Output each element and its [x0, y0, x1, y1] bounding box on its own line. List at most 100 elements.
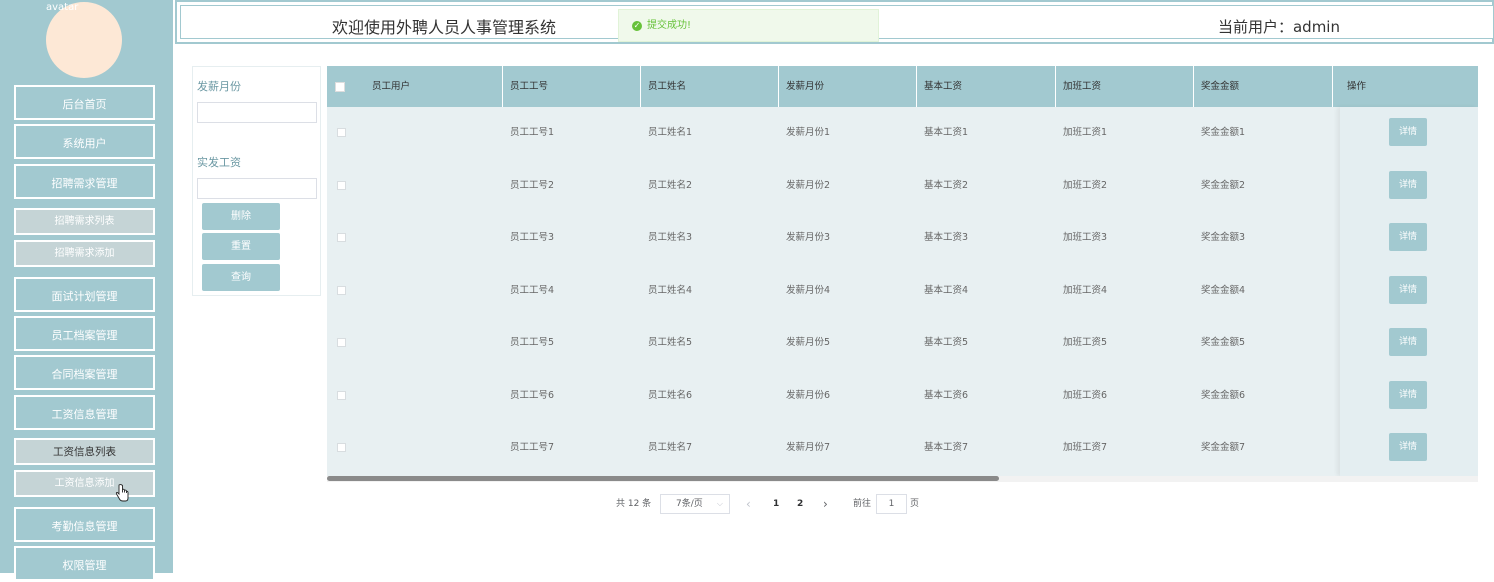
- sidebar-item-label: 员工档案管理: [51, 329, 118, 342]
- goto-page-input[interactable]: 1: [876, 494, 907, 514]
- chevron-down-icon: ⌵: [716, 499, 723, 508]
- detail-button[interactable]: 详情: [1389, 328, 1427, 356]
- page-size-select[interactable]: 7条/页 ⌵: [660, 494, 730, 514]
- sidebar-item-label: 工资信息列表: [53, 446, 116, 458]
- table-row: 员工工号7 员工姓名7 发薪月份7 基本工资7 加班工资7 奖金金额7 详情: [327, 422, 1478, 474]
- cell-base: 基本工资1: [924, 127, 969, 138]
- page-title: 欢迎使用外聘人员人事管理系统: [332, 18, 557, 37]
- pay-month-input[interactable]: [197, 102, 317, 123]
- detail-button[interactable]: 详情: [1389, 275, 1427, 304]
- cell-month: 发薪月份6: [786, 389, 831, 401]
- horizontal-scrollbar[interactable]: [327, 476, 1478, 482]
- prev-page-icon[interactable]: ‹: [746, 494, 751, 514]
- sidebar-item-label: 考勤信息管理: [51, 520, 118, 533]
- detail-button[interactable]: 详情: [1389, 433, 1427, 461]
- cell-base: 基本工资2: [924, 179, 969, 191]
- actual-salary-label: 实发工资: [197, 156, 241, 169]
- row-checkbox[interactable]: [337, 285, 346, 295]
- select-all-checkbox[interactable]: [335, 82, 345, 92]
- scroll-thumb[interactable]: [327, 476, 999, 481]
- sidebar-item-label: 合同档案管理: [51, 368, 118, 381]
- avatar-alt-text: avatar: [46, 2, 79, 13]
- toast-message: 提交成功!: [647, 20, 692, 31]
- cell-base: 基本工资7: [924, 442, 969, 453]
- detail-button[interactable]: 详情: [1389, 380, 1427, 409]
- reset-button[interactable]: 重置: [202, 233, 280, 260]
- sidebar-item-2[interactable]: 招聘需求管理: [14, 164, 155, 199]
- table-row: 员工工号3 员工姓名3 发薪月份3 基本工资3 加班工资3 奖金金额3 详情: [327, 212, 1478, 264]
- cell-base: 基本工资6: [924, 389, 969, 401]
- cell-bonus: 奖金金额5: [1201, 337, 1246, 348]
- sidebar-item-12[interactable]: 权限管理: [14, 546, 155, 581]
- cell-base: 基本工资4: [924, 284, 969, 296]
- sidebar-item-7[interactable]: 合同档案管理: [14, 355, 155, 390]
- cell-name: 员工姓名1: [648, 127, 693, 138]
- cell-bonus: 奖金金额3: [1201, 232, 1246, 243]
- cell-overtime: 加班工资4: [1063, 284, 1108, 296]
- cell-name: 员工姓名6: [648, 389, 693, 401]
- search-panel: 发薪月份 实发工资 删除 重置 查询: [192, 66, 321, 296]
- table-row: 员工工号4 员工姓名4 发薪月份4 基本工资4 加班工资4 奖金金额4 详情: [327, 265, 1478, 317]
- actual-salary-input[interactable]: [197, 178, 317, 199]
- cell-name: 员工姓名3: [648, 232, 693, 243]
- cell-bonus: 奖金金额7: [1201, 442, 1246, 453]
- check-circle-icon: ✓: [632, 21, 642, 31]
- row-checkbox[interactable]: [337, 443, 346, 452]
- next-page-icon[interactable]: ›: [823, 494, 828, 514]
- sidebar-item-1[interactable]: 系统用户: [14, 124, 155, 159]
- row-checkbox[interactable]: [337, 180, 346, 190]
- sidebar-item-9[interactable]: 工资信息列表: [14, 438, 155, 465]
- detail-button[interactable]: 详情: [1389, 170, 1427, 199]
- detail-button[interactable]: 详情: [1389, 223, 1427, 251]
- sidebar-item-6[interactable]: 员工档案管理: [14, 316, 155, 351]
- page-2[interactable]: 2: [797, 494, 803, 514]
- col-overtime-pay-header: 加班工资: [1056, 66, 1194, 107]
- sidebar-item-5[interactable]: 面试计划管理: [14, 277, 155, 312]
- row-checkbox[interactable]: [337, 338, 346, 347]
- goto-suffix: 页: [910, 499, 920, 509]
- goto-label: 前往: [853, 499, 872, 509]
- salary-table: 员工用户 员工工号 员工姓名 发薪月份 基本工资 加班工资 奖金金额 操作 员工工号1 员工姓名…: [327, 66, 1478, 476]
- delete-button[interactable]: 删除: [202, 203, 280, 230]
- col-pay-month-header: 发薪月份: [779, 66, 917, 107]
- cell-bonus: 奖金金额6: [1201, 389, 1246, 401]
- sidebar-item-label: 招聘需求列表: [54, 216, 115, 227]
- table-header: 员工用户 员工工号 员工姓名 发薪月份 基本工资 加班工资 奖金金额 操作: [327, 66, 1478, 107]
- sidebar-item-label: 工资信息管理: [51, 408, 118, 421]
- sidebar-item-0[interactable]: 后台首页: [14, 85, 155, 120]
- sidebar-item-8[interactable]: 工资信息管理: [14, 395, 155, 430]
- detail-button[interactable]: 详情: [1389, 118, 1427, 146]
- cell-id: 员工工号5: [510, 337, 555, 348]
- col-employee-name-header: 员工姓名: [641, 66, 779, 107]
- row-checkbox[interactable]: [337, 128, 346, 137]
- table-row: 员工工号2 员工姓名2 发薪月份2 基本工资2 加班工资2 奖金金额2 详情: [327, 160, 1478, 212]
- table-row: 员工工号1 员工姓名1 发薪月份1 基本工资1 加班工资1 奖金金额1 详情: [327, 107, 1478, 159]
- page-1[interactable]: 1: [773, 494, 779, 514]
- cell-id: 员工工号1: [510, 127, 555, 138]
- cell-month: 发薪月份5: [786, 337, 831, 348]
- sidebar-item-3[interactable]: 招聘需求列表: [14, 208, 155, 235]
- sidebar-item-label: 面试计划管理: [51, 290, 118, 303]
- query-button[interactable]: 查询: [202, 264, 280, 291]
- sidebar-item-4[interactable]: 招聘需求添加: [14, 240, 155, 267]
- cell-month: 发薪月份2: [786, 179, 831, 191]
- cell-overtime: 加班工资7: [1063, 442, 1108, 453]
- sidebar-item-label: 工资信息添加: [54, 478, 115, 489]
- sidebar: avatar 后台首页系统用户招聘需求管理 招聘需求列表招聘需求添加面试计划管理员…: [0, 0, 173, 581]
- sidebar-item-10[interactable]: 工资信息添加: [14, 470, 155, 497]
- cell-base: 基本工资5: [924, 337, 969, 348]
- row-checkbox[interactable]: [337, 390, 346, 400]
- cell-overtime: 加班工资5: [1063, 337, 1108, 348]
- sidebar-item-label: 权限管理: [62, 559, 107, 572]
- sidebar-item-label: 招聘需求管理: [51, 177, 118, 190]
- cell-overtime: 加班工资3: [1063, 232, 1108, 243]
- cell-overtime: 加班工资2: [1063, 179, 1108, 191]
- cell-month: 发薪月份7: [786, 442, 831, 453]
- cell-month: 发薪月份4: [786, 284, 831, 296]
- sidebar-item-11[interactable]: 考勤信息管理: [14, 507, 155, 542]
- row-checkbox[interactable]: [337, 233, 346, 242]
- table-row: 员工工号5 员工姓名5 发薪月份5 基本工资5 加班工资5 奖金金额5 详情: [327, 317, 1478, 369]
- cell-name: 员工姓名5: [648, 337, 693, 348]
- success-toast: ✓ 提交成功!: [618, 9, 879, 42]
- cell-name: 员工姓名4: [648, 284, 693, 296]
